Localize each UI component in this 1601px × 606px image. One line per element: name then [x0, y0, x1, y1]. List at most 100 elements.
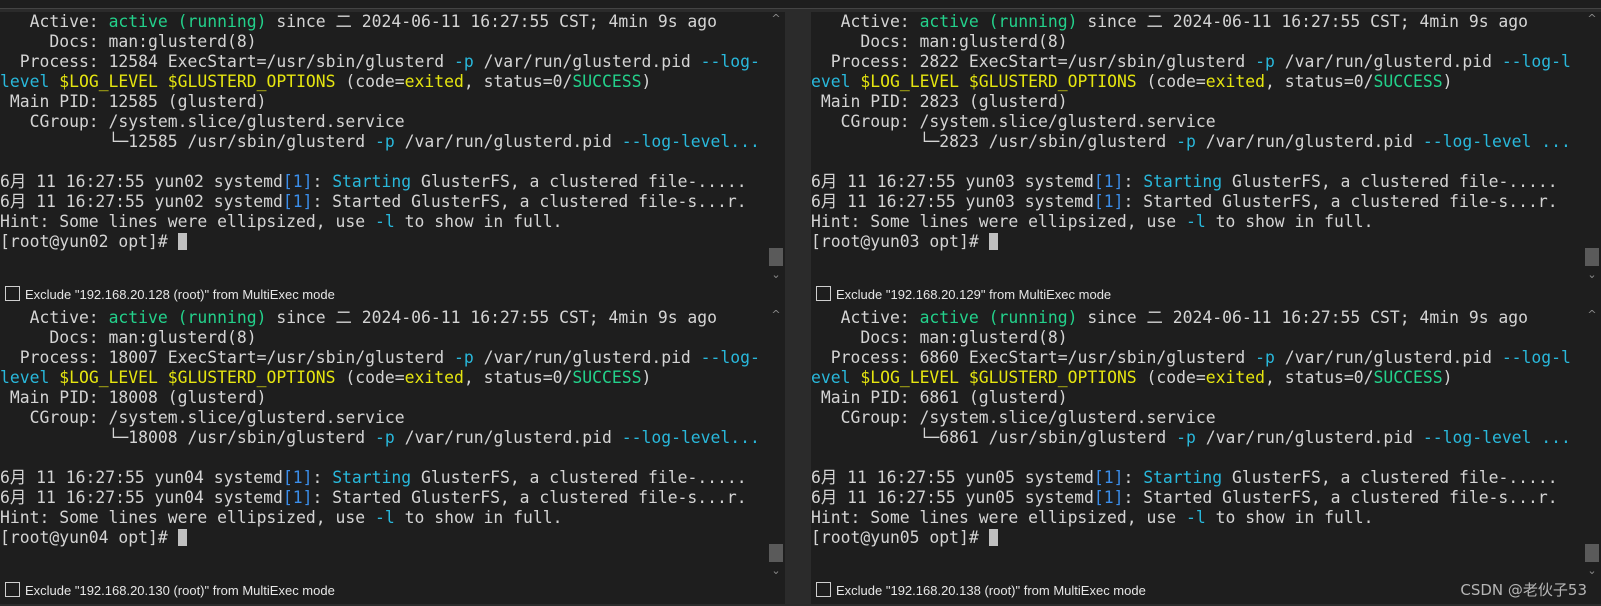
exec-start: ExecStart=/usr/sbin/glusterd	[157, 52, 454, 71]
flag-p: -p	[1255, 52, 1275, 71]
mainpid-label: Main PID:	[0, 92, 109, 111]
flag-p: -p	[453, 348, 474, 367]
scroll-down-arrow-icon[interactable]: ⌄	[1583, 564, 1601, 578]
flag-log-level-cont: evel	[811, 368, 851, 387]
starting-word: Starting	[1143, 468, 1223, 487]
scroll-thumb[interactable]	[769, 544, 783, 562]
active-label: Active:	[0, 308, 109, 327]
exclude-checkbox[interactable]	[5, 582, 20, 597]
scroll-thumb[interactable]	[1585, 248, 1599, 266]
flag-p: -p	[1255, 348, 1275, 367]
exclude-label[interactable]: Exclude "192.168.20.138 (root)" from Mul…	[836, 583, 1146, 598]
status-text: , status=0/	[463, 368, 573, 387]
vertical-scrollbar[interactable]: ^ ⌄	[767, 12, 785, 282]
terminal-pane-yun05[interactable]: Active: active (running) since 二 2024-06…	[811, 308, 1601, 578]
line-docs: Docs: man:glusterd(8)	[0, 32, 767, 52]
terminal-pane-yun02[interactable]: Active: active (running) since 二 2024-06…	[0, 12, 785, 282]
line-mainpid: Main PID: 18008 (glusterd)	[0, 388, 767, 408]
terminal-output[interactable]: Active: active (running) since 二 2024-06…	[0, 308, 767, 548]
started-rest: Started GlusterFS, a clustered file-s...…	[1133, 192, 1558, 211]
window-top-edge	[0, 0, 1601, 9]
scroll-thumb[interactable]	[769, 248, 783, 266]
mainpid-label: Main PID:	[811, 388, 920, 407]
process-label: Process:	[811, 52, 920, 71]
hint-text: Hint: Some lines were ellipsized, use	[0, 508, 375, 527]
terminal-pane-yun03[interactable]: Active: active (running) since 二 2024-06…	[811, 12, 1601, 282]
flag-log-level-cont: evel	[811, 72, 851, 91]
line-process: Process: 12584 ExecStart=/usr/sbin/glust…	[0, 52, 767, 72]
pid-file: /var/run/glusterd.pid	[1195, 132, 1423, 151]
colon: :	[312, 488, 323, 507]
status-text: , status=0/	[463, 72, 573, 91]
code-exited: exited	[404, 72, 464, 91]
process-pid: 18007	[108, 348, 158, 367]
flag-p: -p	[1176, 132, 1196, 151]
exclude-label[interactable]: Exclude "192.168.20.128 (root)" from Mul…	[25, 287, 335, 302]
blank	[811, 152, 821, 171]
line-log-started: 6月 11 16:27:55 yun03 systemd[1]: Started…	[811, 192, 1583, 212]
mainpid-label: Main PID:	[0, 388, 109, 407]
scroll-down-arrow-icon[interactable]: ⌄	[767, 268, 785, 282]
unit-number: [1]	[1093, 192, 1124, 211]
mainpid-name: (glusterd)	[959, 388, 1068, 407]
vertical-scrollbar[interactable]: ^ ⌄	[1583, 308, 1601, 578]
child-cmd: /usr/sbin/glusterd	[177, 132, 376, 151]
vertical-scrollbar[interactable]: ^ ⌄	[767, 308, 785, 578]
process-pid: 12584	[108, 52, 158, 71]
line-blank	[811, 448, 1583, 468]
line-prompt: [root@yun02 opt]#	[0, 232, 767, 252]
hint-text-end: to show in full.	[394, 508, 563, 527]
line-prompt: [root@yun03 opt]#	[811, 232, 1583, 252]
unit-number: [1]	[1093, 468, 1124, 487]
exclude-label[interactable]: Exclude "192.168.20.130 (root)" from Mul…	[25, 583, 335, 598]
terminal-pane-yun04[interactable]: Active: active (running) since 二 2024-06…	[0, 308, 785, 578]
exclude-label[interactable]: Exclude "192.168.20.129" from MultiExec …	[836, 287, 1111, 302]
line-hint: Hint: Some lines were ellipsized, use -l…	[0, 212, 767, 232]
terminal-output[interactable]: Active: active (running) since 二 2024-06…	[811, 308, 1583, 548]
hint-text-end: to show in full.	[1205, 508, 1374, 527]
scroll-down-arrow-icon[interactable]: ⌄	[1583, 268, 1601, 282]
exclude-checkbox[interactable]	[5, 286, 20, 301]
line-blank	[0, 448, 767, 468]
flag-p: -p	[453, 52, 474, 71]
starting-word: Starting	[332, 172, 412, 191]
unit-number: [1]	[282, 172, 313, 191]
child-cmd: /usr/sbin/glusterd	[978, 428, 1177, 447]
flag-log-level-cont: level	[0, 72, 50, 91]
var-glusterd-options: $GLUSTERD_OPTIONS	[968, 72, 1137, 91]
scroll-up-arrow-icon[interactable]: ^	[767, 12, 785, 26]
starting-rest: GlusterFS, a clustered file-.....	[1222, 468, 1558, 487]
hint-flag: -l	[1185, 508, 1206, 527]
code-open: (code=	[335, 72, 405, 91]
log-prefix: 6月 11 16:27:55 yun02 systemd	[0, 192, 283, 211]
line-prompt: [root@yun05 opt]#	[811, 528, 1583, 548]
code-open: (code=	[335, 368, 405, 387]
line-process: Process: 6860 ExecStart=/usr/sbin/gluste…	[811, 348, 1583, 368]
scroll-up-arrow-icon[interactable]: ^	[1583, 12, 1601, 26]
child-log-level: --log-level...	[621, 428, 760, 447]
terminal-output[interactable]: Active: active (running) since 二 2024-06…	[0, 12, 767, 252]
process-label: Process:	[0, 52, 109, 71]
scroll-up-arrow-icon[interactable]: ^	[1583, 308, 1601, 322]
scroll-up-arrow-icon[interactable]: ^	[767, 308, 785, 322]
text-cursor	[988, 529, 998, 546]
log-prefix: 6月 11 16:27:55 yun02 systemd	[0, 172, 283, 191]
exclude-checkbox[interactable]	[816, 582, 831, 597]
process-pid: 6860	[919, 348, 960, 367]
vertical-scrollbar[interactable]: ^ ⌄	[1583, 12, 1601, 282]
child-pid: 12585	[128, 132, 178, 151]
line-docs: Docs: man:glusterd(8)	[811, 328, 1583, 348]
exclude-multiexec-bar: Exclude "192.168.20.128 (root)" from Mul…	[0, 282, 785, 308]
active-state: active (running)	[919, 12, 1078, 31]
text-cursor	[988, 233, 998, 250]
scroll-down-arrow-icon[interactable]: ⌄	[767, 564, 785, 578]
log-prefix: 6月 11 16:27:55 yun04 systemd	[0, 488, 283, 507]
terminal-output[interactable]: Active: active (running) since 二 2024-06…	[811, 12, 1583, 252]
exclude-multiexec-bar: Exclude "192.168.20.130 (root)" from Mul…	[0, 578, 785, 604]
line-log-starting: 6月 11 16:27:55 yun05 systemd[1]: Startin…	[811, 468, 1583, 488]
main-pid: 18008	[108, 388, 158, 407]
line-process-cont: evel $LOG_LEVEL $GLUSTERD_OPTIONS (code=…	[811, 72, 1583, 92]
exclude-checkbox[interactable]	[816, 286, 831, 301]
colon: :	[312, 468, 333, 487]
scroll-thumb[interactable]	[1585, 544, 1599, 562]
